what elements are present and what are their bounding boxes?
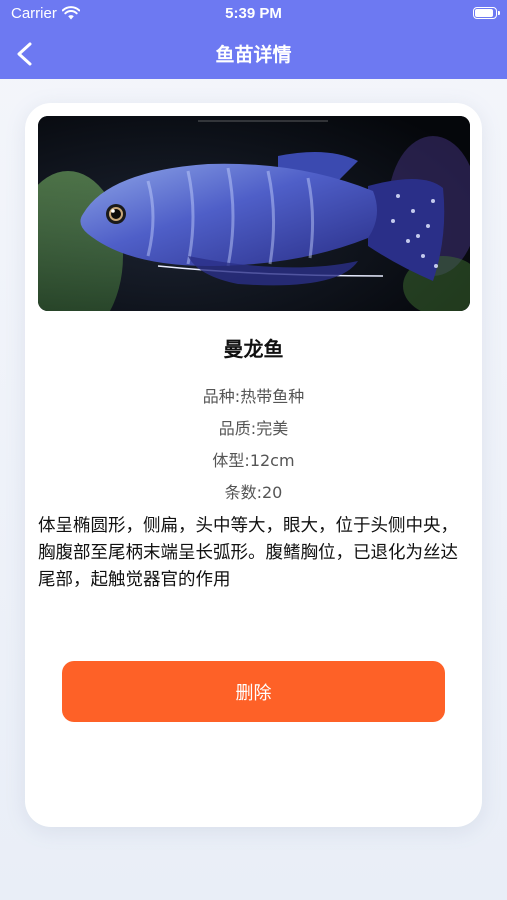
status-time: 5:39 PM	[225, 5, 282, 22]
fish-size: 体型:12cm	[212, 451, 295, 470]
status-bar: Carrier 5:39 PM	[0, 0, 507, 30]
fish-description: 体呈椭圆形，侧扁，头中等大，眼大，位于头侧中央，胸腹部至尾柄末端呈长弧形。腹鳍胸…	[38, 516, 458, 590]
fish-photo	[38, 116, 470, 311]
fish-detail-card: 曼龙鱼 品种:热带鱼种 品质:完美 体型:12cm 条数:20 体呈椭圆形，侧扁…	[25, 103, 482, 827]
battery-fill	[475, 9, 494, 17]
fish-variety: 品种:热带鱼种	[202, 387, 305, 406]
nav-bar: 鱼苗详情	[0, 30, 507, 79]
fish-count: 条数:20	[224, 483, 283, 502]
fish-quality: 品质:完美	[218, 419, 289, 438]
delete-button[interactable]: 删除	[62, 661, 445, 722]
page-title: 鱼苗详情	[215, 44, 292, 66]
battery-icon	[473, 7, 500, 19]
fish-name: 曼龙鱼	[223, 337, 284, 361]
